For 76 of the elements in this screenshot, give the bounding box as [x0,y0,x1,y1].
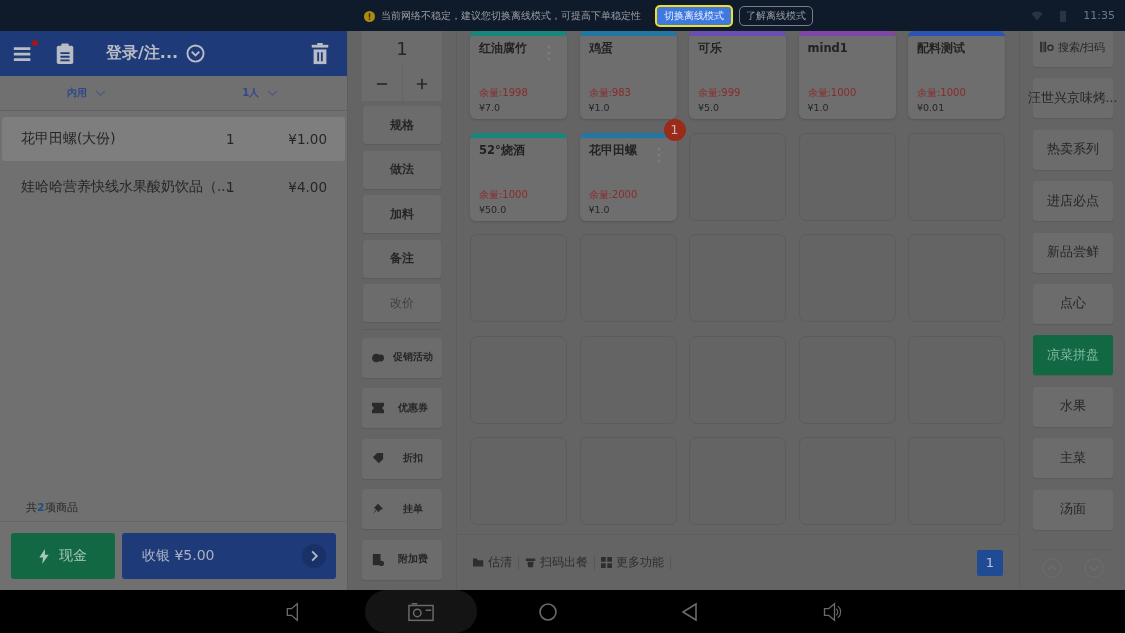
action-button[interactable]: 折扣 [362,438,442,479]
action-button[interactable]: 规格 [363,106,441,144]
item-price: ¥1.00 [288,131,327,147]
chevron-right-icon [302,544,326,568]
clock-time: 11:35 [1083,9,1115,22]
action-button[interactable]: 附加费 [362,539,442,580]
login-button[interactable]: 登录/注... [106,43,179,64]
circles-icon [372,351,384,364]
product-name: 配料测试 [917,41,965,56]
back-icon[interactable] [679,601,700,622]
plus-icon [416,77,429,90]
page-number[interactable]: 1 [977,549,1003,576]
category-button[interactable]: 凉菜拼盘 [1032,335,1113,376]
home-icon[interactable] [537,601,558,622]
offline-mode-button[interactable]: 切换离线模式 [655,5,733,27]
barcode-icon [1039,41,1054,53]
action-button[interactable]: 优惠券 [362,388,442,428]
product-price: ¥5.0 [698,102,721,113]
category-button[interactable]: 进店必点 [1032,181,1113,222]
category-button[interactable]: 汤面 [1032,489,1113,530]
chevron-down-icon [95,89,107,97]
action-button[interactable]: 做法 [363,150,441,189]
grid-icon [601,557,612,568]
wifi-icon [1031,9,1044,22]
network-notice: 当前网络不稳定，建议您切换离线模式，可提高下单稳定性 [381,9,641,23]
chevron-down-icon[interactable] [186,44,206,63]
order-item-row[interactable]: 娃哈哈营养快线水果酸奶饮品（...1 ¥4.00 [2,165,345,209]
increase-button[interactable] [402,66,442,101]
clipboard-icon[interactable] [54,42,76,65]
folder-icon [473,557,484,568]
order-option-dropdown[interactable]: 1人 [173,76,347,110]
item-name: 花甲田螺(大份) [21,130,117,148]
volume-up-icon[interactable] [821,601,842,622]
warning-icon [364,10,375,22]
checkout-button[interactable]: 收银 ¥5.00 [122,533,336,579]
category-button[interactable]: 点心 [1032,283,1113,324]
quantity-field[interactable]: 1 [362,31,442,66]
tag-icon [372,452,384,465]
item-count: 共2项商品 [0,500,347,522]
category-button[interactable]: 水果 [1032,386,1113,427]
product-price: ¥50.0 [479,203,508,215]
product-price: ¥7.0 [479,102,502,113]
action-button[interactable]: 备注 [363,239,441,278]
item-quantity: 1 [226,131,236,147]
product-name: 红油腐竹 [479,41,527,56]
item-quantity: 1 [226,179,236,195]
product-name: 52°烧酒 [479,142,525,158]
order-item-row[interactable]: 花甲田螺(大份) 1 ¥1.00 [2,117,345,161]
order-option-dropdown[interactable]: 内用 [0,76,174,110]
cash-button[interactable]: 现金 [11,533,115,579]
product-price: ¥1.0 [807,102,830,113]
action-button[interactable]: 促销活动 [362,337,442,378]
ticket-icon [372,402,384,414]
product-price: ¥1.0 [588,203,611,215]
receipt-icon [372,553,384,566]
product-name: mind1 [807,41,848,55]
trash-icon[interactable] [309,42,331,65]
screenshot-button[interactable] [364,590,477,633]
offline-mode-button[interactable]: 了解离线模式 [739,6,813,26]
item-price: ¥4.00 [288,179,327,195]
category-button[interactable]: 热卖系列 [1032,129,1113,170]
category-button[interactable]: 主菜 [1032,438,1113,479]
product-name: 鸡蛋 [588,41,613,56]
chevron-down-icon [267,89,279,97]
product-price: ¥0.01 [917,102,946,113]
action-button[interactable]: 加料 [363,195,441,233]
lightning-icon [39,548,49,564]
count-badge: 1 [663,118,686,141]
action-button[interactable]: 挂单 [362,489,442,529]
pin-icon [372,503,384,515]
product-name: 花甲田螺 [588,142,637,158]
camera-icon [407,601,434,622]
category-button[interactable]: 新品尝鲜 [1032,232,1113,273]
product-price: ¥1.0 [588,102,611,113]
cup-icon [525,557,536,568]
product-name: 可乐 [698,41,722,56]
